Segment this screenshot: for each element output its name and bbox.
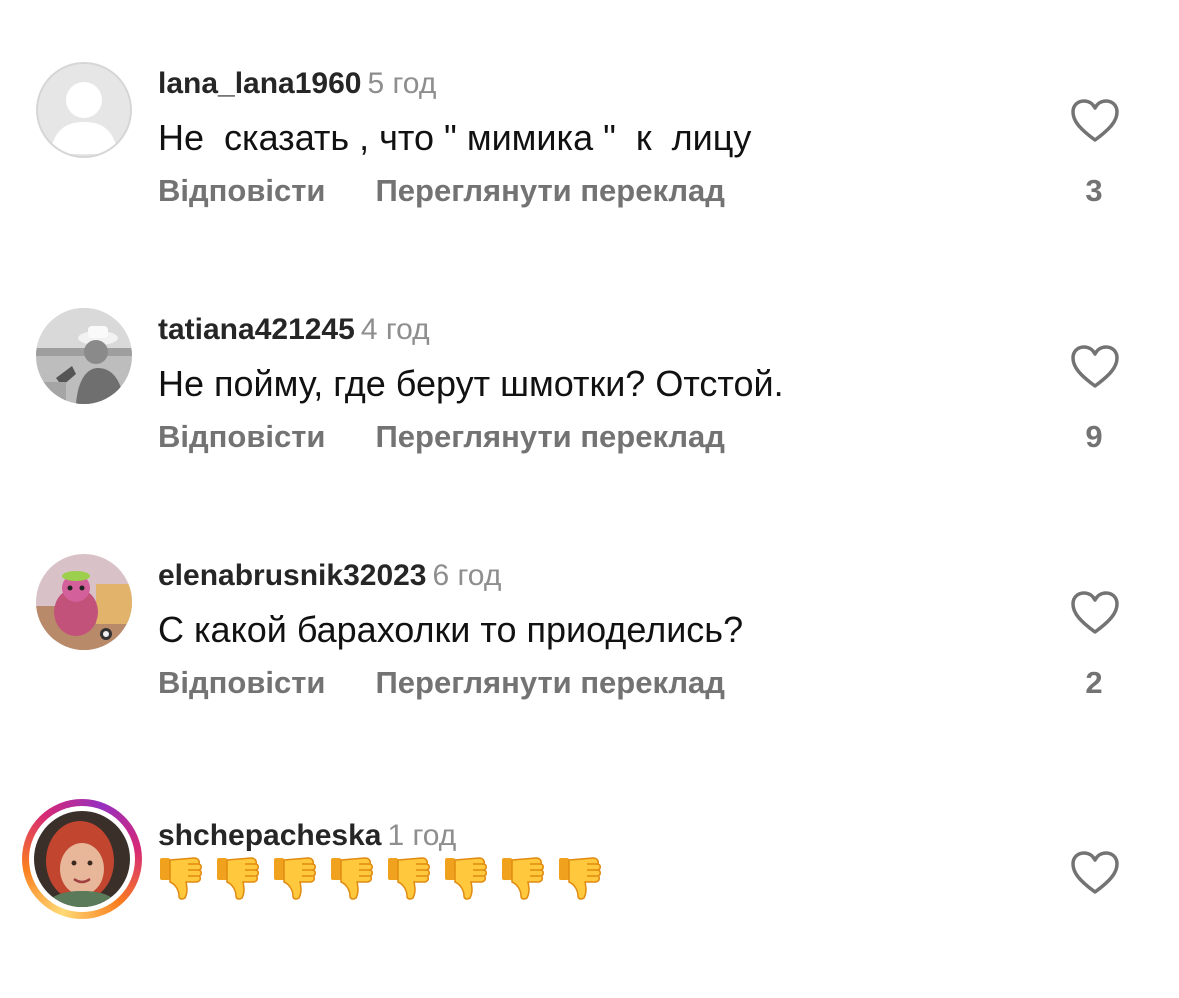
username[interactable]: lana_lana1960 xyxy=(158,67,361,100)
comment-text-emojis xyxy=(158,848,614,904)
see-translation-button[interactable]: Переглянути переклад xyxy=(376,418,725,456)
heart-icon[interactable] xyxy=(1070,850,1120,896)
comment-text: Не пойму, где берут шмотки? Отстой. xyxy=(158,363,784,404)
user-photo-icon xyxy=(36,308,132,404)
timestamp: 4 год xyxy=(360,313,430,346)
avatar-photo xyxy=(34,811,130,907)
comment-header: tatiana421245 4 год xyxy=(158,312,430,348)
see-translation-button[interactable]: Переглянути переклад xyxy=(376,664,725,702)
story-ring-gap xyxy=(29,806,135,912)
comment-text: С какой барахолки то приоделись? xyxy=(158,609,744,650)
comment-item: elenabrusnik32023 6 год С какой барахолки… xyxy=(0,538,1179,738)
timestamp: 5 год xyxy=(367,67,437,100)
avatar[interactable] xyxy=(36,308,132,404)
heart-icon[interactable] xyxy=(1070,98,1120,144)
reply-button[interactable]: Відповісти xyxy=(158,664,326,702)
see-translation-button[interactable]: Переглянути переклад xyxy=(376,172,725,210)
thumbs-down-icon xyxy=(331,857,373,901)
avatar[interactable] xyxy=(36,554,132,650)
avatar[interactable] xyxy=(36,62,132,158)
username[interactable]: elenabrusnik32023 xyxy=(158,559,427,592)
thumbs-down-icon xyxy=(502,857,544,901)
thumbs-down-icon xyxy=(445,857,487,901)
thumbs-down-icon xyxy=(274,857,316,901)
comment-actions: Відповісти Переглянути переклад xyxy=(158,664,725,702)
user-photo-icon xyxy=(34,811,130,907)
comment-item: lana_lana1960 5 год Не сказать , что " ми… xyxy=(0,46,1179,246)
comment-item: tatiana421245 4 год Не пойму, где берут ш… xyxy=(0,292,1179,492)
thumbs-down-icon xyxy=(160,857,202,901)
user-photo-icon xyxy=(36,554,132,650)
timestamp: 6 год xyxy=(432,559,502,592)
heart-icon[interactable] xyxy=(1070,590,1120,636)
comment-text: Не сказать , что " мимика " к лицу xyxy=(158,117,752,158)
like-count: 3 xyxy=(1085,173,1103,208)
comment-item: shchepacheska 1 год xyxy=(0,798,1179,998)
thumbs-down-icon xyxy=(388,857,430,901)
like-count: 9 xyxy=(1085,419,1103,454)
comment-header: elenabrusnik32023 6 год xyxy=(158,558,501,594)
heart-icon[interactable] xyxy=(1070,344,1120,390)
username[interactable]: tatiana421245 xyxy=(158,313,355,346)
comment-actions: Відповісти Переглянути переклад xyxy=(158,172,725,210)
avatar-story-ring[interactable] xyxy=(22,799,142,919)
comment-actions: Відповісти Переглянути переклад xyxy=(158,418,725,456)
thumbs-down-icon xyxy=(217,857,259,901)
default-avatar-icon xyxy=(36,62,132,158)
reply-button[interactable]: Відповісти xyxy=(158,172,326,210)
reply-button[interactable]: Відповісти xyxy=(158,418,326,456)
like-count: 2 xyxy=(1085,665,1103,700)
thumbs-down-icon xyxy=(559,857,601,901)
comment-header: lana_lana1960 5 год xyxy=(158,66,436,102)
